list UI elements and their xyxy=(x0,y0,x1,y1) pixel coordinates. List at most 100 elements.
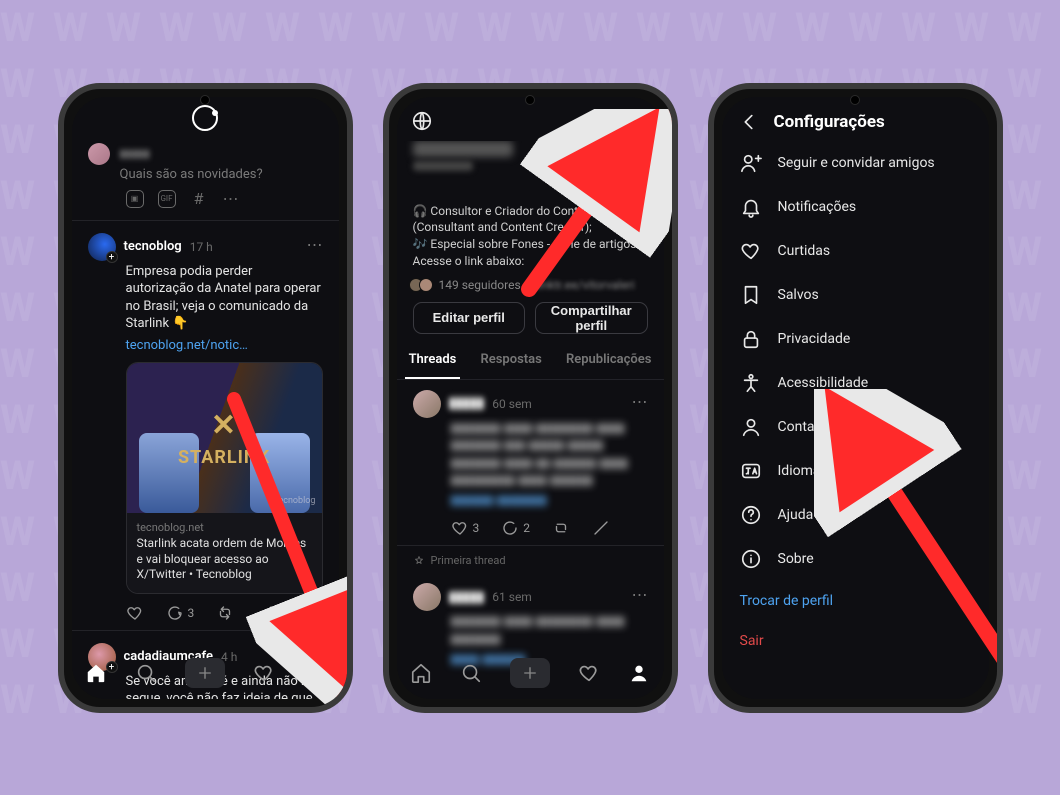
nav-profile-icon[interactable] xyxy=(628,662,650,684)
settings-row-info[interactable]: Sobre xyxy=(722,537,989,581)
image-icon[interactable]: ▣ xyxy=(126,190,144,208)
bio-line2: 🎶 Especial sobre Fones - Série de artigo… xyxy=(413,236,648,270)
tab-replies[interactable]: Respostas xyxy=(476,342,545,379)
post-actions: 3 xyxy=(126,604,323,622)
profile-avatar[interactable] xyxy=(592,141,648,197)
settings-row-lang[interactable]: Idioma xyxy=(722,449,989,493)
share-button[interactable] xyxy=(256,604,274,622)
post-text: Empresa podia perder autorização da Anat… xyxy=(126,263,323,333)
composer[interactable]: ▮▮▮▮▮ Quais são as novidades? ▣ GIF # ⋯ xyxy=(72,139,339,218)
settings-label: Curtidas xyxy=(778,243,831,259)
nav-compose-button[interactable] xyxy=(510,658,550,688)
phone-profile: 🎧 Consultor e Criador do Conteúdo (Consu… xyxy=(383,83,678,713)
nav-profile-icon[interactable] xyxy=(303,662,325,684)
settings-label: Ajuda xyxy=(778,507,814,523)
first-thread-label: Primeira thread xyxy=(431,554,506,567)
settings-title: Configurações xyxy=(774,112,885,132)
followers-count[interactable]: 149 seguidores xyxy=(439,278,521,292)
settings-row-access[interactable]: Acessibilidade xyxy=(722,361,989,405)
settings-label: Salvos xyxy=(778,287,819,303)
menu-icon[interactable] xyxy=(628,110,650,132)
share-profile-button[interactable]: Compartilhar perfil xyxy=(535,302,648,334)
repost-button[interactable] xyxy=(552,519,570,537)
nav-search-icon[interactable] xyxy=(135,662,157,684)
nav-compose-button[interactable] xyxy=(185,658,225,688)
link-card[interactable]: STARLINK tecnoblog tecnoblog.net Starlin… xyxy=(126,362,323,594)
post-menu-icon[interactable]: ⋯ xyxy=(632,585,650,604)
settings-label: Conta xyxy=(778,419,815,435)
card-domain: tecnoblog.net xyxy=(137,521,312,536)
comment-button[interactable]: 2 xyxy=(501,519,530,537)
bio-link[interactable]: linktr.ee/vitorvaleri xyxy=(536,278,635,292)
settings-row-bookmark[interactable]: Salvos xyxy=(722,273,989,317)
lang-icon xyxy=(740,460,762,482)
phone-feed: ▮▮▮▮▮ Quais são as novidades? ▣ GIF # ⋯ … xyxy=(58,83,353,713)
nav-activity-icon[interactable] xyxy=(253,662,275,684)
logout-link[interactable]: Sair xyxy=(722,621,989,661)
post-text-blurred: ▮▮▮▮▮▮▮ ▮▮▮▮ ▮▮▮▮▮▮▮▮ ▮▮▮▮ ▮▮▮▮▮▮▮ xyxy=(451,613,648,648)
post-text-blurred: ▮▮▮▮▮▮▮ ▮▮▮▮ ▮▮▮▮▮▮▮▮ ▮▮▮▮ ▮▮▮▮▮▮▮ ▮▮▮ ▮… xyxy=(451,420,648,490)
follow-icon xyxy=(740,152,762,174)
threads-logo-icon xyxy=(192,105,218,131)
profile-tabs: Threads Respostas Republicações xyxy=(397,342,664,380)
avatar-tecnoblog[interactable]: + xyxy=(88,233,116,261)
instagram-icon[interactable] xyxy=(588,110,610,132)
my-avatar[interactable] xyxy=(88,143,110,165)
info-icon xyxy=(740,548,762,570)
back-icon[interactable] xyxy=(738,111,760,133)
settings-label: Idioma xyxy=(778,463,821,479)
switch-profile-link[interactable]: Trocar de perfil xyxy=(722,581,989,621)
composer-placeholder[interactable]: Quais são as novidades? xyxy=(120,167,323,182)
avatar[interactable] xyxy=(413,583,441,611)
settings-row-lock[interactable]: Privacidade xyxy=(722,317,989,361)
settings-label: Sobre xyxy=(778,551,814,567)
settings-row-heart[interactable]: Curtidas xyxy=(722,229,989,273)
post-time: 61 sem xyxy=(492,590,532,604)
card-title: Starlink acata ordem de Moraes e vai blo… xyxy=(137,536,312,583)
access-icon xyxy=(740,372,762,394)
post-tecnoblog[interactable]: ⋯ + tecnoblog 17 h Empresa podia perder … xyxy=(72,223,339,628)
card-watermark: tecnoblog xyxy=(276,495,316,507)
bell-icon xyxy=(740,196,762,218)
edit-profile-button[interactable]: Editar perfil xyxy=(413,302,526,334)
settings-label: Seguir e convidar amigos xyxy=(778,155,935,171)
comment-button[interactable]: 3 xyxy=(166,604,195,622)
avatar[interactable] xyxy=(413,390,441,418)
post-menu-icon[interactable]: ⋯ xyxy=(307,235,325,254)
post-menu-icon[interactable]: ⋯ xyxy=(632,392,650,411)
repost-button[interactable] xyxy=(216,604,234,622)
nav-activity-icon[interactable] xyxy=(578,662,600,684)
card-image-title: STARLINK xyxy=(178,406,270,471)
profile-handle-blurred xyxy=(413,161,473,171)
settings-row-user[interactable]: Conta xyxy=(722,405,989,449)
settings-row-follow[interactable]: Seguir e convidar amigos xyxy=(722,141,989,185)
globe-icon[interactable] xyxy=(411,110,433,132)
phone-settings: Configurações Seguir e convidar amigos No… xyxy=(708,83,1003,713)
profile-name-blurred xyxy=(413,141,513,157)
bottom-nav xyxy=(397,647,664,699)
composer-attach-icons: ▣ GIF # ⋯ xyxy=(126,190,323,208)
nav-search-icon[interactable] xyxy=(460,662,482,684)
more-icon[interactable]: ⋯ xyxy=(222,190,240,208)
lock-icon xyxy=(740,328,762,350)
bottom-nav xyxy=(72,647,339,699)
like-button[interactable]: 3 xyxy=(451,519,480,537)
like-button[interactable] xyxy=(126,604,144,622)
profile-post-1[interactable]: ⋯ ▮▮▮▮▮ 60 sem ▮▮▮▮▮▮▮ ▮▮▮▮ ▮▮▮▮▮▮▮▮ ▮▮▮… xyxy=(397,380,664,544)
post-username[interactable]: tecnoblog xyxy=(124,239,182,254)
settings-row-help[interactable]: Ajuda xyxy=(722,493,989,537)
settings-row-bell[interactable]: Notificações xyxy=(722,185,989,229)
tab-reposts[interactable]: Republicações xyxy=(562,342,655,379)
settings-label: Acessibilidade xyxy=(778,375,869,391)
post-link[interactable]: tecnoblog.net/notic… xyxy=(126,337,323,355)
hashtag-icon[interactable]: # xyxy=(190,190,208,208)
bookmark-icon xyxy=(740,284,762,306)
post-time: 60 sem xyxy=(492,397,532,411)
tab-threads[interactable]: Threads xyxy=(405,342,461,379)
settings-label: Notificações xyxy=(778,199,857,215)
bio-line1: 🎧 Consultor e Criador do Conteúdo (Consu… xyxy=(413,203,648,237)
gif-icon[interactable]: GIF xyxy=(158,190,176,208)
share-button[interactable] xyxy=(592,519,610,537)
nav-home-icon[interactable] xyxy=(410,662,432,684)
nav-home-icon[interactable] xyxy=(85,662,107,684)
